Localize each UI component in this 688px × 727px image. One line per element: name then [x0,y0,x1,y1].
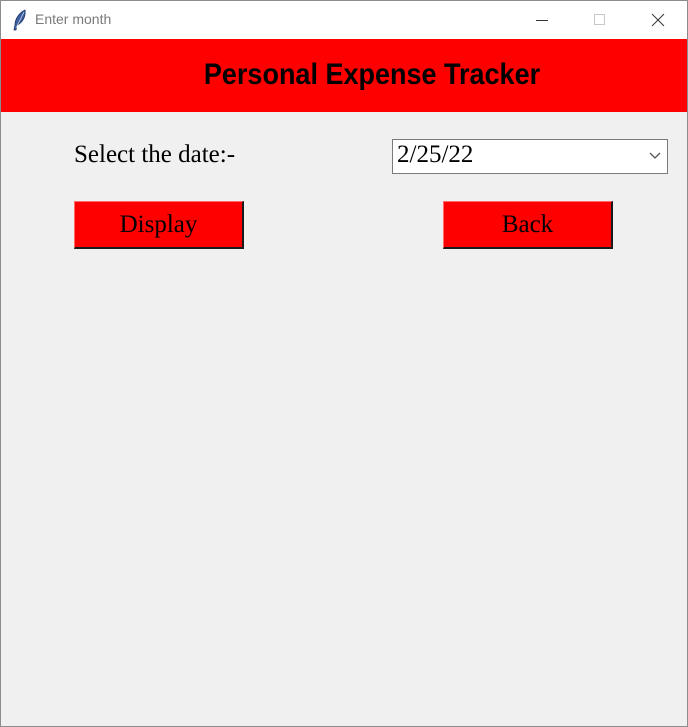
window-title: Enter month [35,11,112,27]
display-button[interactable]: Display [74,201,244,249]
minimize-button[interactable] [513,1,571,39]
back-button[interactable]: Back [443,201,613,249]
close-button[interactable] [629,1,687,39]
date-label: Select the date:- [74,141,236,168]
maximize-button[interactable] [571,1,629,39]
minimize-icon [536,20,548,21]
feather-icon [11,9,29,31]
close-icon [651,13,665,27]
date-picker-dropdown[interactable]: 2/25/22 [392,139,668,174]
date-value: 2/25/22 [397,141,474,168]
app-window: Enter month Personal Expense Tracker Sel… [0,0,688,727]
chevron-down-icon[interactable] [649,152,661,160]
page-title: Personal Expense Tracker [203,58,541,91]
header-banner: Personal Expense Tracker [1,39,687,112]
title-bar[interactable]: Enter month [1,1,687,39]
maximize-icon [594,14,605,25]
